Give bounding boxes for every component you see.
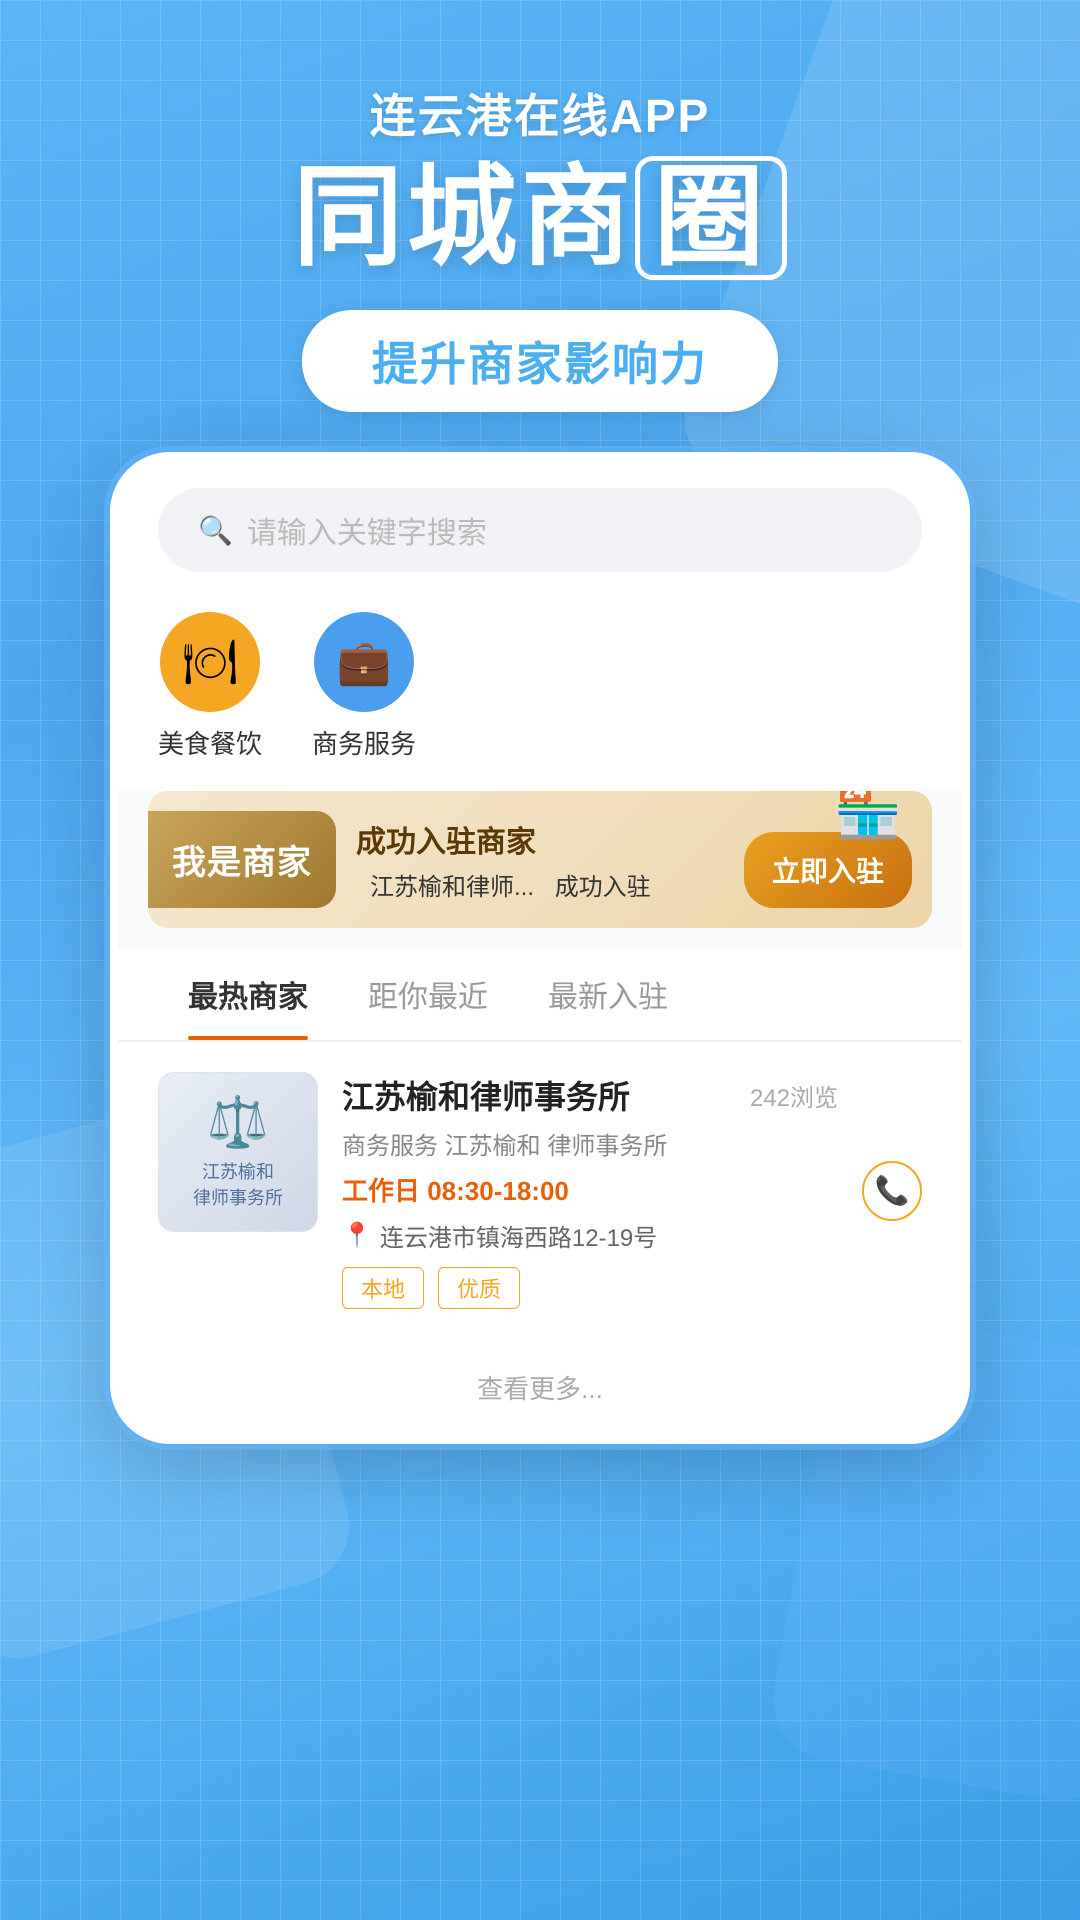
tabs-section: 最热商家 距你最近 最新入驻 <box>118 948 962 1042</box>
business-tags: 本地 优质 <box>342 1267 838 1309</box>
category-business[interactable]: 💼 商务服务 <box>312 612 416 761</box>
store-icon: 🏪 <box>834 791 902 842</box>
tag-local: 本地 <box>342 1267 424 1309</box>
tag-quality: 优质 <box>438 1267 520 1309</box>
table-row[interactable]: ⚖️ 江苏榆和律师事务所 江苏榆和律师事务所 242浏览 商务服务 江苏榆和 律… <box>158 1072 922 1309</box>
business-logo: ⚖️ 江苏榆和律师事务所 <box>158 1072 318 1232</box>
cta-button[interactable]: 立即入驻 <box>744 832 912 908</box>
category-food-label: 美食餐饮 <box>158 724 262 761</box>
phone-mockup: 🔍 请输入关键字搜索 🍽 美食餐饮 💼 商务服务 <box>110 452 970 1444</box>
business-logo-icon: ⚖️ <box>207 1093 269 1152</box>
search-placeholder: 请输入关键字搜索 <box>247 508 487 552</box>
business-icon: 💼 <box>337 636 392 688</box>
food-icon: 🍽 <box>182 636 238 688</box>
business-icon-circle: 💼 <box>314 612 414 712</box>
merchant-tag: 我是商家 <box>148 811 336 908</box>
business-hours: 工作日 08:30-18:00 <box>342 1171 838 1208</box>
merchant-info: 成功入驻商家 江苏榆和律师... 成功入驻 <box>336 817 744 902</box>
header-badge: 提升商家影响力 <box>302 310 778 412</box>
header-section: 连云港在线APP 同城商圈 提升商家影响力 <box>293 0 787 452</box>
app-subtitle: 连云港在线APP <box>293 80 787 146</box>
business-address: 📍 连云港市镇海西路12-19号 <box>342 1218 838 1253</box>
business-desc: 商务服务 江苏榆和 律师事务所 <box>342 1126 838 1161</box>
business-logo-text: 江苏榆和律师事务所 <box>193 1160 283 1210</box>
main-title-part1: 同城商 <box>293 156 635 279</box>
merchant-title: 成功入驻商家 <box>356 817 724 861</box>
merchant-status: 成功入驻 <box>555 874 651 901</box>
business-details: 江苏榆和律师事务所 242浏览 商务服务 江苏榆和 律师事务所 工作日 08:3… <box>342 1072 838 1309</box>
food-icon-circle: 🍽 <box>160 612 260 712</box>
search-bar[interactable]: 🔍 请输入关键字搜索 <box>158 488 922 572</box>
phone-button[interactable]: 📞 <box>862 1161 922 1221</box>
business-name-row: 江苏榆和律师事务所 242浏览 <box>342 1072 838 1118</box>
tab-newest[interactable]: 最新入驻 <box>518 948 698 1040</box>
business-views: 242浏览 <box>750 1078 838 1113</box>
address-text: 连云港市镇海西路12-19号 <box>380 1218 657 1253</box>
business-list: ⚖️ 江苏榆和律师事务所 江苏榆和律师事务所 242浏览 商务服务 江苏榆和 律… <box>118 1042 962 1339</box>
categories-section: 🍽 美食餐饮 💼 商务服务 <box>118 592 962 791</box>
main-title-box: 圈 <box>635 156 787 280</box>
merchant-subtitle: 江苏榆和律师... 成功入驻 <box>356 867 724 902</box>
main-title: 同城商圈 <box>293 156 787 280</box>
merchant-name: 江苏榆和律师... <box>370 874 534 901</box>
tab-hottest[interactable]: 最热商家 <box>158 948 338 1040</box>
view-more[interactable]: 查看更多... <box>118 1339 962 1436</box>
search-icon: 🔍 <box>198 514 233 547</box>
merchant-banner: 我是商家 成功入驻商家 江苏榆和律师... 成功入驻 🏪 立即入驻 <box>148 791 932 928</box>
merchant-cta[interactable]: 🏪 立即入驻 <box>744 812 912 908</box>
category-business-label: 商务服务 <box>312 724 416 761</box>
category-food[interactable]: 🍽 美食餐饮 <box>158 612 262 761</box>
business-name: 江苏榆和律师事务所 <box>342 1072 630 1118</box>
location-icon: 📍 <box>342 1221 372 1250</box>
search-container: 🔍 请输入关键字搜索 <box>118 460 962 592</box>
tab-nearest[interactable]: 距你最近 <box>338 948 518 1040</box>
view-more-text: 查看更多... <box>477 1374 603 1404</box>
